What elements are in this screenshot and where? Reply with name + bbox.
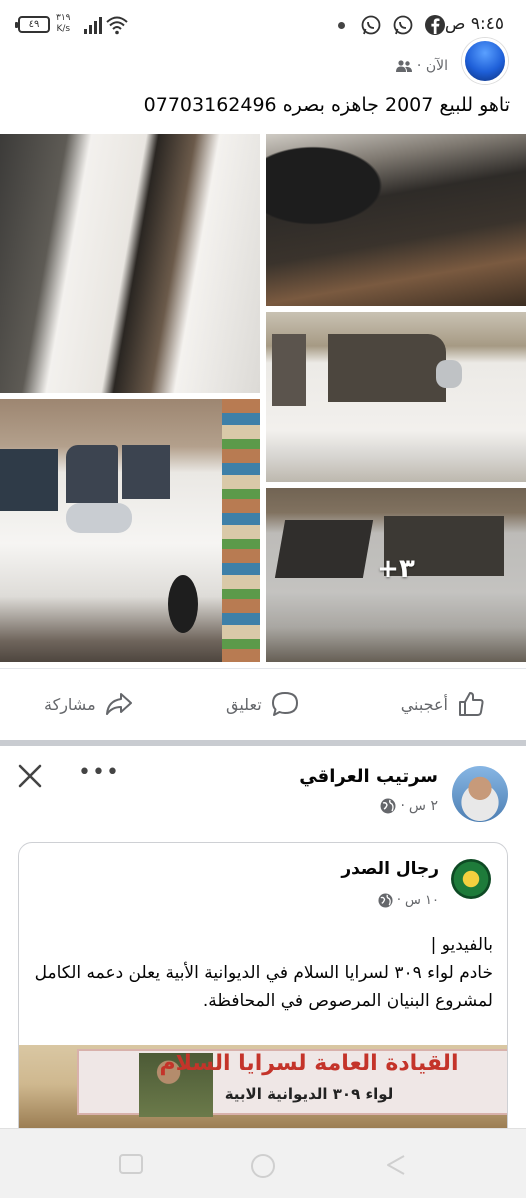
car-window <box>122 445 170 499</box>
wifi-icon <box>106 16 128 35</box>
car-window <box>66 445 118 503</box>
post-text: تاهو للبيع 2007 جاهزه بصره 07703162496 <box>143 94 510 116</box>
network-speed-value: ٣١٩ <box>56 13 71 23</box>
signal-icon <box>84 17 102 34</box>
car-window <box>272 334 306 406</box>
recent-apps-icon[interactable] <box>118 1153 144 1175</box>
battery-level: ٤٩ <box>28 19 40 30</box>
status-bar: ٤٩ ٣١٩ K/s ٩:٤٥ ص <box>0 0 526 52</box>
post-time: ٢ س <box>408 798 438 814</box>
shared-post-author[interactable]: رجال الصدر <box>341 859 439 879</box>
comment-label: تعليق <box>226 694 262 714</box>
like-label: أعجبني <box>400 694 448 714</box>
car-mirror <box>66 503 132 533</box>
globe-icon <box>378 893 393 908</box>
banner-subtitle: لواء ٣٠٩ الديوانية الابية <box>224 1085 394 1103</box>
comment-icon <box>271 692 298 716</box>
photo-grid: ٣+ <box>0 134 526 662</box>
avatar[interactable] <box>462 38 508 84</box>
whatsapp-icon-2 <box>393 15 413 35</box>
car-mirror <box>436 360 462 388</box>
car-windshield <box>0 449 58 511</box>
photo-1[interactable] <box>0 134 260 393</box>
car-wheel <box>168 575 198 633</box>
network-speed: ٣١٩ K/s <box>56 13 71 35</box>
post-time: الآن <box>425 58 448 74</box>
network-speed-unit: K/s <box>56 24 71 34</box>
whatsapp-icon <box>361 15 381 35</box>
friends-icon <box>396 60 413 72</box>
system-nav-bar <box>0 1128 526 1198</box>
more-photos-count: ٣+ <box>377 554 415 584</box>
home-icon[interactable] <box>250 1153 276 1179</box>
post-header: الآن · <box>0 38 526 88</box>
share-icon <box>105 693 132 715</box>
share-button[interactable]: مشاركة <box>44 689 134 719</box>
more-options-icon[interactable]: ••• <box>78 760 120 785</box>
like-button[interactable]: أعجبني <box>401 689 486 719</box>
battery-icon: ٤٩ <box>15 16 50 33</box>
like-icon <box>459 692 484 716</box>
close-icon[interactable] <box>16 762 44 790</box>
globe-icon <box>380 798 396 814</box>
notification-dot <box>338 22 345 29</box>
facebook-icon <box>425 15 445 35</box>
shared-post-time: ١٠ س <box>405 893 439 908</box>
comment-button[interactable]: تعليق <box>226 689 300 719</box>
post-separator <box>0 740 526 746</box>
post-actions: أعجبني تعليق مشاركة <box>0 668 526 738</box>
wall-tiles <box>222 399 260 662</box>
photo-3[interactable] <box>266 312 526 482</box>
car-window <box>328 334 446 402</box>
shared-post-card[interactable]: رجال الصدر ١٠ س · بالفيديو | خادم لواء ٣… <box>18 842 508 1142</box>
status-time: ٩:٤٥ ص <box>444 14 504 34</box>
avatar[interactable] <box>452 766 508 822</box>
photo-4[interactable] <box>0 399 260 662</box>
banner-title: القيادة العامة لسرايا السلام <box>159 1051 459 1076</box>
banner-sign: القيادة العامة لسرايا السلام لواء ٣٠٩ ال… <box>77 1049 507 1117</box>
back-icon[interactable] <box>384 1153 408 1177</box>
post-meta: ٢ س · <box>380 798 438 814</box>
post-meta: الآن · <box>392 58 448 74</box>
shared-post-text: بالفيديو | خادم لواء ٣٠٩ لسرايا السلام ف… <box>34 935 493 1011</box>
avatar[interactable] <box>451 859 491 899</box>
post-author[interactable]: سرتيب العراقي <box>299 766 438 787</box>
photo-2[interactable] <box>266 134 526 306</box>
shared-post-meta: ١٠ س · <box>378 893 439 908</box>
share-label: مشاركة <box>44 694 96 714</box>
